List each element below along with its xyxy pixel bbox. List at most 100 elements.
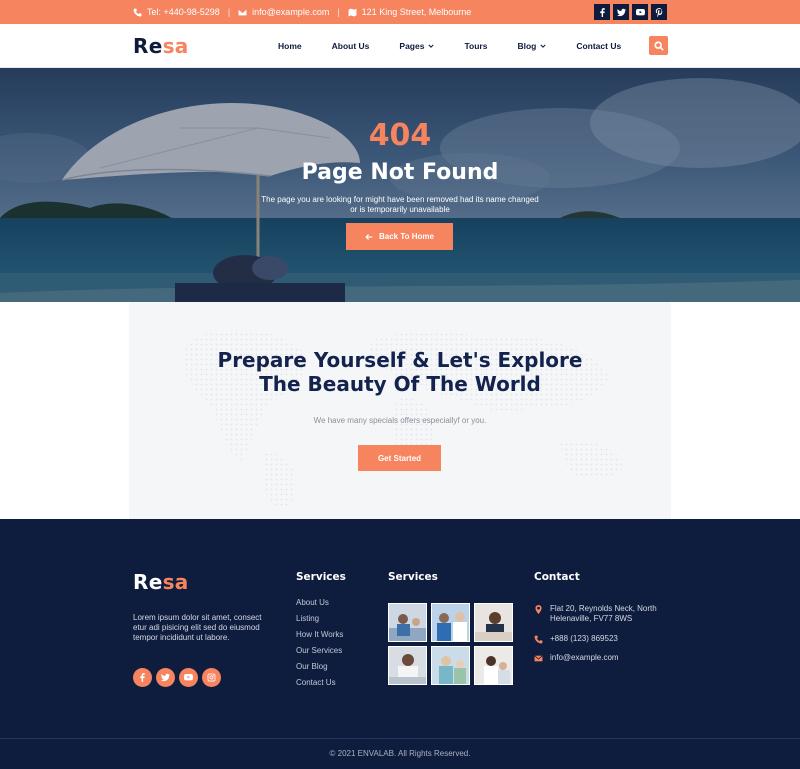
site-header: Resa Home About Us Pages Tours Blog Cont…	[0, 24, 800, 68]
nav-label: Pages	[399, 41, 425, 51]
top-bar-email-text: info@example.com	[252, 7, 330, 17]
footer-link-listing[interactable]: Listing	[296, 614, 343, 630]
site-logo[interactable]: Resa	[133, 34, 189, 58]
top-bar: Tel: +440-98-5298 | info@example.com | 1…	[0, 0, 800, 24]
contact-phone-text: +888 (123) 869523	[550, 634, 618, 643]
nav-label: Contact Us	[576, 41, 622, 51]
button-label: Back To Home	[379, 232, 434, 241]
footer-social	[133, 668, 221, 687]
gallery-photo[interactable]	[474, 603, 513, 642]
contact-email[interactable]: info@example.com	[534, 653, 669, 663]
nav-item-home[interactable]: Home	[278, 41, 302, 51]
footer-contact: Flat 20, Reynolds Neck, North Helenavill…	[534, 604, 669, 662]
nav-item-about-us[interactable]: About Us	[332, 41, 370, 51]
contact-address-text: Flat 20, Reynolds Neck, North Helenavill…	[550, 604, 657, 623]
nav-item-pages[interactable]: Pages	[399, 41, 435, 51]
logo-text-part2: sa	[162, 570, 189, 594]
contact-phone[interactable]: +888 (123) 869523	[534, 634, 669, 644]
nav-item-tours[interactable]: Tours	[464, 41, 487, 51]
top-bar-address: 121 King Street, Melbourne	[348, 7, 472, 17]
footer-about-text: Lorem ipsum dolor sit amet, consect etur…	[133, 613, 262, 642]
nav-label: About Us	[331, 41, 370, 51]
top-bar-phone-text: Tel: +440-98-5298	[147, 7, 220, 17]
top-bar-phone[interactable]: Tel: +440-98-5298	[133, 7, 220, 17]
nav-label: Tours	[464, 41, 488, 51]
contact-email-text: info@example.com	[550, 652, 619, 662]
footer-link-our-blog[interactable]: Our Blog	[296, 662, 343, 678]
footer-logo[interactable]: Resa	[133, 570, 189, 594]
footer-col3-title: Contact	[534, 571, 580, 583]
chevron-down-icon	[428, 44, 435, 48]
back-to-home-button[interactable]: Back To Home	[346, 223, 453, 250]
top-bar-email[interactable]: info@example.com	[238, 7, 329, 17]
nav-label: Home	[278, 41, 302, 51]
top-bar-contact-info: Tel: +440-98-5298 | info@example.com | 1…	[133, 0, 471, 24]
copyright: © 2021 ENVALAB. All Rights Reserved.	[329, 749, 471, 758]
site-footer: Resa Lorem ipsum dolor sit amet, consect…	[0, 519, 800, 769]
instagram-link[interactable]	[202, 668, 221, 687]
footer-divider	[0, 738, 800, 739]
map-icon	[348, 8, 357, 16]
twitter-link[interactable]	[613, 4, 629, 20]
top-bar-social	[594, 4, 667, 20]
youtube-icon	[184, 674, 193, 681]
chevron-down-icon	[540, 44, 546, 48]
footer-link-how-it-works[interactable]: How It Works	[296, 630, 343, 646]
logo-text-part2: sa	[162, 34, 189, 58]
footer-links: About Us Listing How It Works Our Servic…	[296, 598, 343, 694]
youtube-link[interactable]	[179, 668, 198, 687]
gallery-photo[interactable]	[431, 603, 470, 642]
main-nav: Home About Us Pages Tours Blog Contact U…	[278, 24, 621, 68]
location-pin-icon	[535, 605, 542, 614]
footer-link-about-us[interactable]: About Us	[296, 598, 343, 614]
separator: |	[337, 7, 340, 17]
footer-link-our-services[interactable]: Our Services	[296, 646, 343, 662]
contact-address: Flat 20, Reynolds Neck, North Helenavill…	[534, 604, 669, 623]
twitter-icon	[161, 673, 170, 682]
section-subtext: We have many specials offers especiallyf…	[313, 416, 487, 425]
instagram-icon	[207, 673, 216, 682]
footer-link-contact-us[interactable]: Contact Us	[296, 678, 343, 694]
youtube-icon	[635, 8, 645, 15]
page-title: Page Not Found	[301, 160, 499, 185]
section-heading: Prepare Yourself & Let's Explore The Bea…	[129, 348, 671, 396]
facebook-icon	[599, 7, 605, 17]
error-description: The page you are looking for might have …	[261, 195, 539, 214]
get-started-button[interactable]: Get Started	[358, 445, 441, 471]
gallery-photo[interactable]	[388, 603, 427, 642]
footer-gallery	[388, 603, 513, 685]
logo-text-part1: Re	[133, 570, 163, 594]
beach-background-image	[0, 68, 800, 302]
search-button[interactable]	[649, 36, 668, 55]
facebook-link[interactable]	[594, 4, 610, 20]
search-icon	[653, 40, 664, 51]
footer-col1-title: Services	[296, 571, 346, 583]
mail-icon	[238, 9, 247, 15]
gallery-photo[interactable]	[388, 646, 427, 685]
nav-label: Blog	[517, 41, 537, 51]
gallery-photo[interactable]	[474, 646, 513, 685]
gallery-photo[interactable]	[431, 646, 470, 685]
hero-banner: 404 Page Not Found The page you are look…	[0, 68, 800, 302]
arrow-left-icon	[365, 233, 373, 240]
logo-text-part1: Re	[133, 34, 163, 58]
youtube-link[interactable]	[632, 4, 648, 20]
world-map-background	[182, 329, 624, 508]
top-bar-address-text: 121 King Street, Melbourne	[361, 7, 472, 17]
twitter-icon	[616, 8, 626, 16]
phone-icon	[133, 8, 142, 16]
section-heading-line2: The Beauty Of The World	[259, 372, 541, 396]
facebook-link[interactable]	[133, 668, 152, 687]
error-code: 404	[368, 118, 432, 153]
pinterest-link[interactable]	[651, 4, 667, 20]
pinterest-icon	[655, 7, 662, 17]
explore-section: Prepare Yourself & Let's Explore The Bea…	[129, 302, 671, 519]
nav-item-contact-us[interactable]: Contact Us	[576, 41, 621, 51]
footer-col2-title: Services	[388, 571, 438, 583]
mail-icon	[534, 654, 543, 661]
nav-item-blog[interactable]: Blog	[517, 41, 546, 51]
separator: |	[227, 7, 231, 17]
section-heading-line1: Prepare Yourself & Let's Explore	[217, 348, 583, 372]
facebook-icon	[140, 673, 145, 682]
twitter-link[interactable]	[156, 668, 175, 687]
